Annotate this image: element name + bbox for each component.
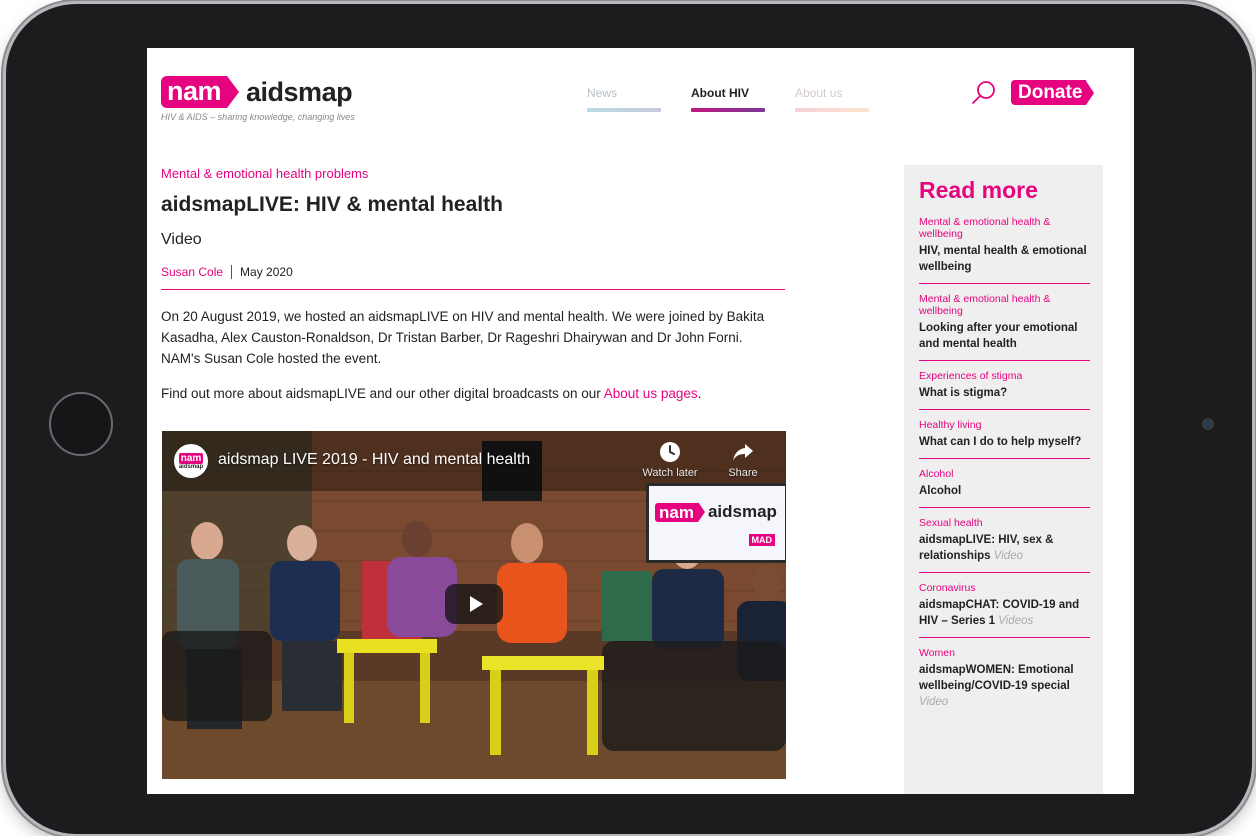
logo-text: aidsmap (246, 76, 353, 107)
studio-logo-row: nam aidsmap (655, 502, 777, 522)
para2-suffix: . (697, 386, 702, 401)
read-more-title[interactable]: Looking after your emotional and mental … (919, 320, 1090, 352)
read-more-category[interactable]: Experiences of stigma (919, 370, 1090, 382)
nav-news-label: News (587, 86, 618, 100)
read-more-category[interactable]: Mental & emotional health & wellbeing (919, 293, 1090, 317)
publish-date: May 2020 (240, 265, 293, 279)
read-more-type: Video (919, 696, 949, 708)
read-more-title-text: aidsmapWOMEN: Emotional wellbeing/COVID-… (919, 664, 1074, 692)
read-more-title[interactable]: What is stigma? (919, 385, 1090, 401)
play-button[interactable] (445, 584, 503, 624)
logo-arrow (227, 76, 240, 108)
article: Mental & emotional health problems aidsm… (161, 166, 785, 404)
share-label: Share (728, 467, 758, 479)
play-icon (469, 596, 483, 612)
read-more-item[interactable]: Alcohol Alcohol (919, 468, 1090, 508)
read-more-title[interactable]: aidsmapLIVE: HIV, sex & relationships Vi… (919, 532, 1090, 564)
share-arrow-icon (733, 444, 753, 461)
para2-text: Find out more about aidsmapLIVE and our … (161, 386, 604, 401)
about-us-pages-link[interactable]: About us pages (604, 386, 698, 401)
watch-later-label: Watch later (642, 467, 698, 479)
donate-label: Donate (1011, 80, 1087, 105)
read-more-item[interactable]: Women aidsmapWOMEN: Emotional wellbeing/… (919, 647, 1090, 718)
nav-item-about-us[interactable]: About us (795, 86, 869, 112)
search-icon[interactable] (971, 80, 997, 106)
read-more-title[interactable]: What can I do to help myself? (919, 434, 1090, 450)
logo-mark: nam aidsmap (161, 76, 355, 108)
watch-later-button[interactable]: Watch later (640, 441, 700, 479)
tablet-frame: nam aidsmap HIV & AIDS – sharing knowled… (6, 4, 1252, 834)
video-title[interactable]: aidsmap LIVE 2019 - HIV and mental healt… (218, 451, 530, 469)
article-title: aidsmapLIVE: HIV & mental health (161, 193, 503, 216)
nav-about-us-label: About us (795, 86, 843, 100)
byline: Susan Cole May 2020 (161, 265, 785, 290)
article-paragraph-1: On 20 August 2019, we hosted an aidsmapL… (161, 309, 765, 366)
clock-icon (660, 442, 680, 462)
channel-avatar-nam: nam (178, 452, 204, 464)
read-more-category[interactable]: Healthy living (919, 419, 1090, 431)
read-more-item[interactable]: Coronavirus aidsmapCHAT: COVID-19 and HI… (919, 582, 1090, 638)
read-more-item[interactable]: Mental & emotional health & wellbeing HI… (919, 216, 1090, 284)
logo-nam: nam (161, 76, 228, 108)
nav-about-us-underline (795, 108, 869, 112)
donate-arrow-icon (1086, 80, 1095, 105)
read-more-category[interactable]: Coronavirus (919, 582, 1090, 594)
author-link[interactable]: Susan Cole (161, 265, 233, 279)
nav-news-underline (587, 108, 661, 112)
read-more-title[interactable]: aidsmapCHAT: COVID-19 and HIV – Series 1… (919, 597, 1090, 629)
studio-screen-logo: nam aidsmap MAD (646, 483, 786, 563)
studio-logo-arrow (697, 502, 705, 522)
main-nav: News About HIV About us (587, 86, 899, 112)
donate-button[interactable]: Donate (1011, 80, 1095, 105)
nav-about-hiv-underline (691, 108, 765, 112)
studio-logo-text: aidsmap (707, 502, 777, 521)
share-button[interactable]: Share (713, 441, 773, 479)
nav-item-about-hiv[interactable]: About HIV (691, 86, 765, 112)
read-more-title[interactable]: HIV, mental health & emotional wellbeing (919, 243, 1090, 275)
read-more-category[interactable]: Alcohol (919, 468, 1090, 480)
read-more-sidebar: Read more Mental & emotional health & we… (904, 165, 1103, 794)
channel-avatar[interactable]: nam aidsmap (174, 444, 208, 478)
read-more-type: Videos (998, 615, 1034, 627)
read-more-title[interactable]: Alcohol (919, 483, 1090, 499)
home-button-icon[interactable] (49, 392, 113, 456)
read-more-title-text: aidsmapLIVE: HIV, sex & relationships (919, 534, 1054, 562)
read-more-title[interactable]: aidsmapWOMEN: Emotional wellbeing/COVID-… (919, 662, 1090, 710)
read-more-item[interactable]: Sexual health aidsmapLIVE: HIV, sex & re… (919, 517, 1090, 573)
site-logo[interactable]: nam aidsmap HIV & AIDS – sharing knowled… (161, 76, 355, 122)
article-paragraph-2: Find out more about aidsmapLIVE and our … (161, 383, 785, 404)
article-subtitle: Video (161, 231, 202, 248)
studio-logo-nam: nam (655, 502, 698, 522)
read-more-item[interactable]: Healthy living What can I do to help mys… (919, 419, 1090, 459)
video-player[interactable]: nam aidsmap MAD nam aidsmap aidsmap LIVE… (162, 431, 786, 779)
site-tagline: HIV & AIDS – sharing knowledge, changing… (161, 112, 355, 122)
browser-screen: nam aidsmap HIV & AIDS – sharing knowled… (147, 48, 1134, 794)
read-more-type: Video (993, 550, 1023, 562)
nav-item-news[interactable]: News (587, 86, 661, 112)
article-category-link[interactable]: Mental & emotional health problems (161, 166, 785, 181)
read-more-category[interactable]: Mental & emotional health & wellbeing (919, 216, 1090, 240)
front-camera (1202, 418, 1214, 430)
read-more-item[interactable]: Experiences of stigma What is stigma? (919, 370, 1090, 410)
studio-badge: MAD (748, 534, 775, 546)
read-more-heading: Read more (919, 177, 1038, 203)
channel-avatar-text: aidsmap (178, 463, 204, 470)
nav-about-hiv-label: About HIV (691, 86, 749, 100)
read-more-category[interactable]: Women (919, 647, 1090, 659)
read-more-item[interactable]: Mental & emotional health & wellbeing Lo… (919, 293, 1090, 361)
read-more-category[interactable]: Sexual health (919, 517, 1090, 529)
